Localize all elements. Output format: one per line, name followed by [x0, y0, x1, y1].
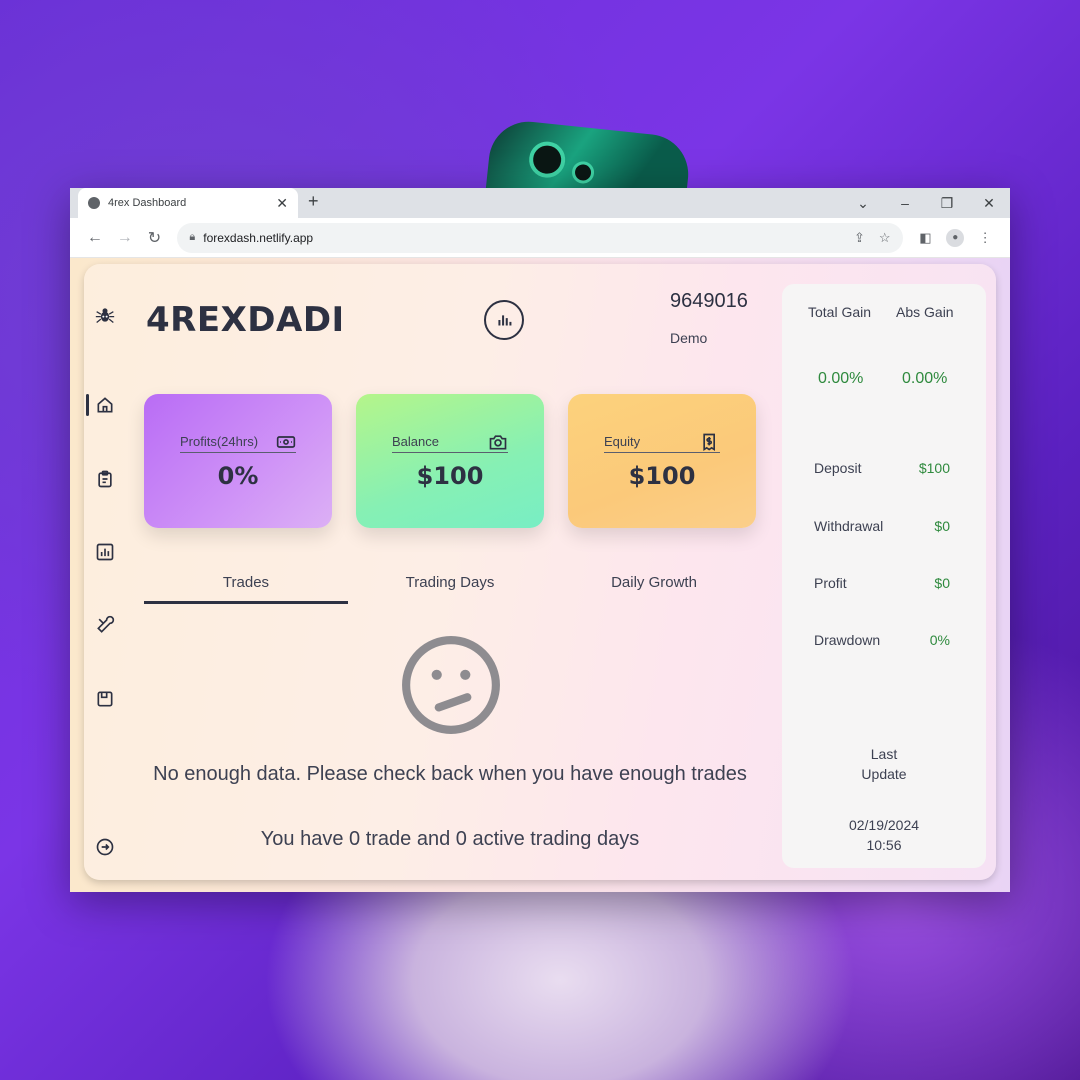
row-value: 0% [929, 632, 950, 648]
chart-icon [498, 315, 512, 326]
url-text[interactable]: forexdash.netlify.app [203, 231, 840, 245]
minimize-button[interactable]: – [884, 195, 926, 211]
confused-face-icon [402, 636, 500, 734]
forward-button[interactable]: → [110, 229, 140, 247]
stat-card-equity: Equity $100 [568, 394, 756, 528]
tab-strip: 4rex Dashboard ✕ + ⌄ – ❐ ✕ [70, 188, 1010, 218]
active-indicator [86, 394, 89, 416]
close-window-button[interactable]: ✕ [968, 195, 1010, 212]
empty-state-message: No enough data. Please check back when y… [153, 763, 747, 785]
omnibox[interactable]: 🔒︎ forexdash.netlify.app ⇪ ☆ [177, 222, 903, 253]
row-label: Profit [814, 575, 847, 591]
browser-tab[interactable]: 4rex Dashboard ✕ [78, 188, 298, 218]
camera-icon [489, 435, 507, 450]
stat-label: Profits(24hrs) [180, 434, 259, 449]
divider [392, 452, 508, 453]
clipboard-icon[interactable] [94, 468, 116, 490]
stat-label: Balance [392, 434, 439, 449]
row-label: Withdrawal [814, 518, 884, 534]
stat-card-balance: Balance $100 [356, 394, 544, 528]
row-value: $0 [934, 575, 950, 591]
row-value: $0 [934, 518, 950, 534]
share-icon[interactable]: ⇪ [854, 230, 865, 246]
divider [180, 452, 296, 453]
brand-title: 4REXDADI [146, 300, 345, 340]
back-button[interactable]: ← [80, 229, 110, 247]
last-update-label: Update [861, 766, 907, 782]
profile-avatar-icon[interactable]: ● [946, 228, 965, 247]
stat-value: 0% [217, 462, 259, 490]
tab-daily-growth[interactable]: Daily Growth [552, 574, 756, 591]
logout-icon[interactable] [94, 836, 116, 858]
summary-panel: Total Gain Abs Gain 0.00% 0.00% Deposit … [782, 284, 986, 868]
stat-card-profits: Profits(24hrs) 0% [144, 394, 332, 528]
window-controls: ⌄ – ❐ ✕ [842, 188, 1010, 218]
trade-summary-text: You have 0 trade and 0 active trading da… [260, 828, 640, 850]
reload-button[interactable]: ↻ [140, 228, 170, 248]
drawdown-row: Drawdown 0% [814, 632, 950, 648]
side-panel-icon[interactable]: ◧ [911, 230, 941, 246]
address-bar-row: ← → ↻ 🔒︎ forexdash.netlify.app ⇪ ☆ ◧ ● ⋮ [70, 218, 1010, 258]
cash-icon [276, 436, 296, 448]
last-update-time: 10:56 [866, 837, 902, 853]
menu-kebab-icon[interactable]: ⋮ [970, 230, 1000, 246]
close-tab-icon[interactable]: ✕ [276, 195, 288, 212]
save-icon[interactable] [94, 688, 116, 710]
page-viewport: 4REXDADI 9649016 Demo Profits(24hrs) 0% … [70, 258, 1010, 892]
account-number: 9649016 [670, 290, 748, 312]
stat-label: Equity [604, 434, 641, 449]
phone-camera [527, 139, 567, 180]
row-label: Deposit [814, 460, 862, 476]
new-tab-button[interactable]: + [308, 191, 319, 212]
home-icon[interactable] [94, 394, 116, 416]
total-gain-label: Total Gain [808, 304, 872, 320]
bookmark-star-icon[interactable]: ☆ [879, 230, 891, 246]
bar-chart-icon[interactable] [94, 541, 116, 563]
analytics-button[interactable] [484, 300, 524, 340]
stat-value: $100 [416, 462, 484, 490]
profit-row: Profit $0 [814, 575, 950, 591]
spider-logo-icon [94, 304, 116, 326]
tab-search-button[interactable]: ⌄ [842, 195, 884, 212]
tab-title: 4rex Dashboard [108, 197, 187, 209]
divider [604, 452, 720, 453]
browser-window: 4rex Dashboard ✕ + ⌄ – ❐ ✕ ← → ↻ 🔒︎ fore… [70, 188, 1010, 892]
sidebar [84, 264, 128, 880]
lock-icon[interactable]: 🔒︎ [189, 231, 195, 244]
restore-button[interactable]: ❐ [926, 195, 968, 212]
row-value: $100 [918, 460, 950, 476]
total-gain-value: 0.00% [818, 370, 864, 387]
deposit-row: Deposit $100 [814, 460, 950, 476]
receipt-dollar-icon [703, 433, 715, 452]
tab-trades[interactable]: Trades [144, 574, 348, 604]
abs-gain-value: 0.00% [902, 370, 948, 387]
phone-camera [570, 160, 596, 185]
last-update-date: 02/19/2024 [848, 817, 920, 833]
account-type: Demo [670, 330, 708, 346]
abs-gain-label: Abs Gain [896, 304, 954, 320]
row-label: Drawdown [814, 632, 881, 648]
last-update-label: Last [870, 746, 898, 762]
stat-value: $100 [628, 462, 696, 490]
withdrawal-row: Withdrawal $0 [814, 518, 950, 534]
tools-icon[interactable] [94, 614, 116, 636]
globe-icon [88, 197, 100, 209]
dashboard-card: 4REXDADI 9649016 Demo Profits(24hrs) 0% … [84, 264, 996, 880]
content-tabs: Trades Trading Days Daily Growth [144, 574, 756, 608]
tab-trading-days[interactable]: Trading Days [348, 574, 552, 591]
